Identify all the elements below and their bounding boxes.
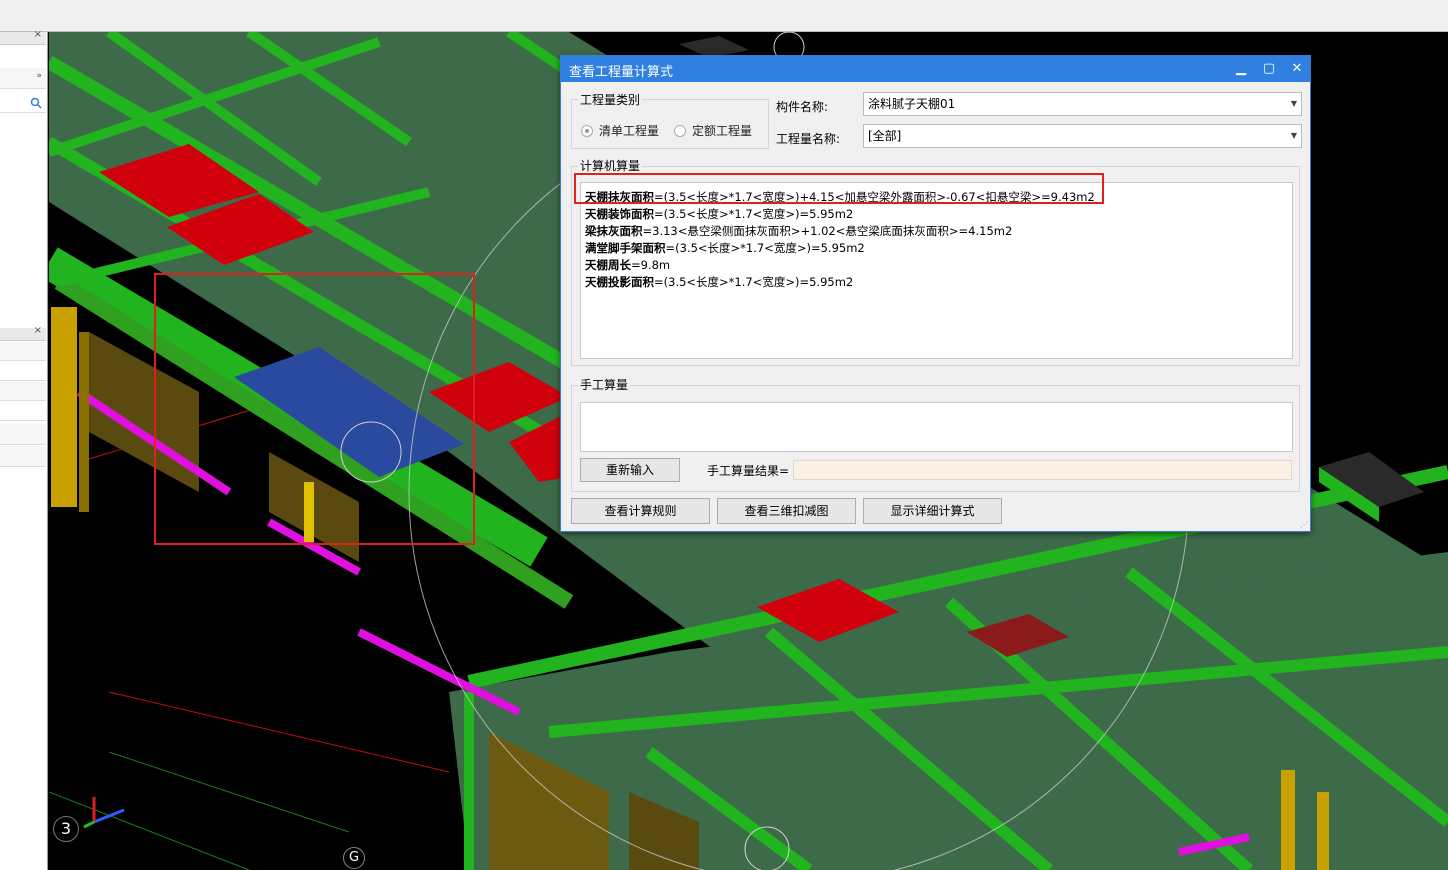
manual-calc-title: 手工算量: [578, 376, 631, 393]
calc-line: 天棚周长=9.8m: [585, 258, 671, 272]
radio-dot: [674, 124, 686, 137]
left-dock-panel: × » ×: [0, 29, 48, 870]
highlight-box: [574, 173, 1104, 204]
view-calc-rules-button[interactable]: 查看计算规则: [571, 498, 710, 524]
panel-header: ×: [0, 29, 46, 45]
radio-bill-quantity[interactable]: 清单工程量: [581, 122, 659, 139]
component-name-value: 涂料腻子天棚01: [868, 97, 956, 111]
panel-header-2: ×: [0, 325, 46, 341]
view-3d-deduction-button[interactable]: 查看三维扣减图: [717, 498, 856, 524]
axis-number-label: 3: [53, 816, 79, 842]
panel-list-item[interactable]: [0, 382, 46, 401]
quantity-name-label: 工程量名称:: [776, 132, 841, 146]
calc-line: 天棚装饰面积=(3.5<长度>*1.7<宽度>)=5.95m2: [585, 207, 854, 221]
dialog-titlebar[interactable]: 查看工程量计算式 ▁ ▢ ✕: [561, 56, 1310, 82]
panel-list-item[interactable]: [0, 446, 46, 467]
maximize-icon[interactable]: ▢: [1258, 58, 1280, 80]
calc-line: 天棚投影面积=(3.5<长度>*1.7<宽度>)=5.95m2: [585, 275, 854, 289]
component-name-label: 构件名称:: [776, 100, 829, 114]
panel-list-item[interactable]: [0, 362, 46, 381]
radio-quota-quantity[interactable]: 定额工程量: [674, 122, 752, 139]
calc-line: 满堂脚手架面积=(3.5<长度>*1.7<宽度>)=5.95m2: [585, 241, 865, 255]
column: [51, 307, 77, 507]
category-group-title: 工程量类别: [578, 91, 643, 108]
manual-result-field[interactable]: [793, 460, 1292, 480]
panel-list-item[interactable]: [0, 402, 46, 421]
panel-list-item[interactable]: [0, 424, 46, 445]
highlight-box: [154, 273, 475, 545]
computer-calc-textarea[interactable]: 天棚抹灰面积=(3.5<长度>*1.7<宽度>)+4.15<加悬空梁外露面积>-…: [580, 182, 1293, 359]
quantity-formula-dialog: 查看工程量计算式 ▁ ▢ ✕ 工程量类别 清单工程量 定额工程量 构件名称: 涂…: [560, 55, 1311, 532]
panel-toolbar-row: »: [0, 68, 46, 89]
reenter-button[interactable]: 重新输入: [580, 458, 680, 482]
show-detailed-formula-button[interactable]: 显示详细计算式: [863, 498, 1002, 524]
quantity-name-value: [全部]: [868, 129, 902, 143]
resize-grip-icon[interactable]: ⋰: [1300, 520, 1308, 529]
manual-result-label: 手工算量结果=: [707, 464, 790, 478]
dialog-title: 查看工程量计算式: [569, 65, 674, 80]
quantity-name-select[interactable]: [全部] ▼: [863, 124, 1302, 148]
search-icon[interactable]: [30, 97, 42, 109]
panel-list-item[interactable]: [0, 342, 46, 361]
double-chevron-right-icon[interactable]: »: [36, 71, 42, 81]
radio-dot: [581, 124, 593, 137]
dropdown-arrow-icon[interactable]: ▼: [1291, 125, 1297, 147]
dropdown-arrow-icon[interactable]: ▼: [1291, 93, 1297, 115]
manual-calc-textarea[interactable]: [580, 402, 1293, 452]
panel-search-row[interactable]: [0, 94, 46, 113]
calc-line: 梁抹灰面积=3.13<悬空梁侧面抹灰面积>+1.02<悬空梁底面抹灰面积>=4.…: [585, 224, 1013, 238]
component-name-select[interactable]: 涂料腻子天棚01 ▼: [863, 92, 1302, 116]
panel-close-icon-2[interactable]: ×: [34, 325, 42, 336]
radio-bill-quantity-label: 清单工程量: [599, 124, 660, 138]
panel-close-icon[interactable]: ×: [34, 29, 42, 40]
close-icon[interactable]: ✕: [1286, 58, 1308, 80]
computer-calc-title: 计算机算量: [578, 157, 643, 174]
top-toolbar: [0, 0, 1448, 32]
minimize-icon[interactable]: ▁: [1230, 58, 1252, 80]
radio-quota-quantity-label: 定额工程量: [692, 124, 753, 138]
grid-axis-label: G: [343, 847, 365, 869]
